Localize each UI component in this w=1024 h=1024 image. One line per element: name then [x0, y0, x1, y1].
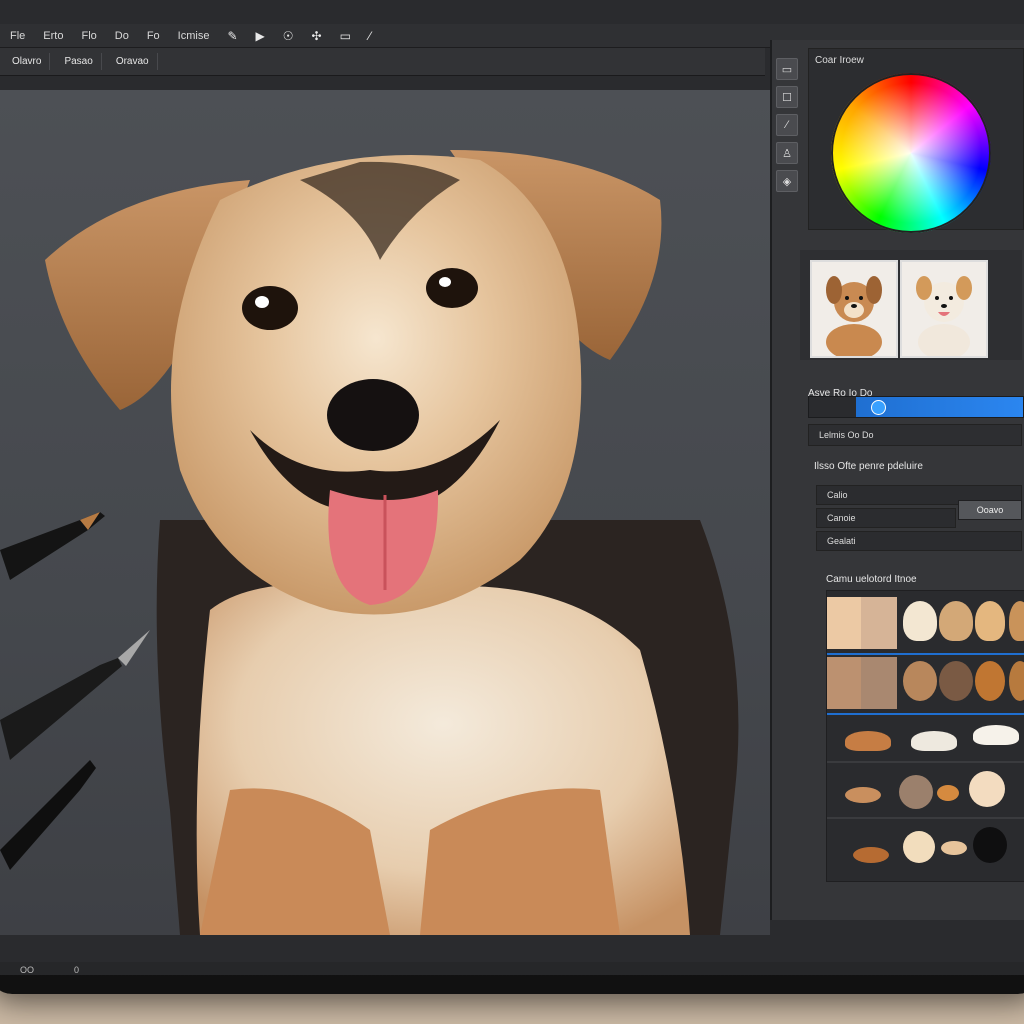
layer-row[interactable]: Lelmis Oo Do — [808, 424, 1022, 446]
stamp-tool-icon[interactable]: ♙ — [776, 142, 798, 164]
swatch[interactable] — [973, 827, 1007, 863]
pen-tool-icon[interactable]: ✎ — [227, 29, 237, 43]
swatch[interactable] — [903, 831, 935, 863]
stylus-pens — [0, 512, 150, 870]
color-picker-title: Coar Iroew — [815, 55, 864, 66]
panel-tool-column: ▭ ☐ ⁄ ♙ ◈ — [772, 50, 802, 248]
swatch[interactable] — [903, 601, 937, 641]
status-left: OO — [20, 965, 35, 975]
swatch[interactable] — [861, 657, 897, 709]
divider — [827, 713, 1024, 715]
arrow-tool-icon[interactable]: ▶ — [256, 29, 265, 43]
dog-nose — [327, 379, 419, 451]
swatch[interactable] — [973, 725, 1019, 745]
tools-panel: ▭ ☐ ⁄ ♙ ◈ Coar Iroew Asve Ro Io Do Lelmi… — [770, 40, 1024, 920]
toolbar-button-3[interactable]: Oravao — [108, 53, 158, 70]
swatch[interactable] — [1009, 601, 1024, 641]
divider — [827, 817, 1024, 819]
rect-tool-icon[interactable]: ▭ — [340, 29, 351, 43]
swatch[interactable] — [899, 775, 933, 809]
select-tool-icon[interactable]: ▭ — [776, 58, 798, 80]
swatch[interactable] — [939, 661, 973, 701]
swatch[interactable] — [827, 657, 861, 709]
color-picker[interactable]: Coar Iroew — [808, 48, 1024, 233]
stylus-pen-2 — [0, 760, 96, 870]
status-mid: 0 — [74, 965, 80, 975]
status-bar: OO 0 — [0, 962, 1024, 975]
lasso-tool-icon[interactable]: ☉ — [283, 29, 294, 43]
swatch[interactable] — [939, 601, 973, 641]
stylus-pen-1 — [0, 630, 150, 760]
divider — [827, 761, 1024, 763]
swatch[interactable] — [903, 661, 937, 701]
brush-icon[interactable]: ⁄ — [776, 114, 798, 136]
bucket-tool-icon[interactable]: ◈ — [776, 170, 798, 192]
property-row-3[interactable]: Gealati — [816, 531, 1022, 551]
menu-item-fo[interactable]: Fo — [147, 30, 160, 42]
move-tool-icon[interactable]: ✣ — [312, 29, 322, 43]
pencil-1 — [0, 512, 105, 580]
smudge-tool-icon[interactable]: ☐ — [776, 86, 798, 108]
swatch[interactable] — [969, 771, 1005, 807]
swatch[interactable] — [975, 601, 1005, 641]
swatch[interactable] — [975, 661, 1005, 701]
swatch[interactable] — [937, 785, 959, 801]
brush-tool-icon[interactable]: ⁄ — [369, 29, 371, 43]
swatches-title: Camu uelotord Itnoe — [826, 574, 917, 585]
swatch[interactable] — [941, 841, 967, 855]
reference-thumbnail-1[interactable] — [810, 260, 898, 358]
swatch[interactable] — [1009, 661, 1024, 701]
swatch[interactable] — [845, 731, 891, 751]
swatch-grid — [826, 590, 1024, 882]
layer-opacity-slider[interactable] — [808, 396, 1024, 418]
swatch[interactable] — [845, 787, 881, 803]
dog-eye-right — [426, 268, 478, 308]
properties-title: Ilsso Ofte penre pdeluire — [814, 461, 923, 472]
options-toolbar: Olavro Pasao Oravao — [0, 48, 765, 76]
menu-item-file[interactable]: Fle — [10, 30, 25, 42]
divider — [827, 653, 1024, 655]
dog-eye-left — [242, 286, 298, 330]
property-row-2[interactable]: Canoie — [816, 508, 956, 528]
toolbar-button-1[interactable]: Olavro — [4, 53, 51, 70]
menu-item-view[interactable]: Flo — [81, 30, 96, 42]
color-wheel[interactable] — [831, 73, 991, 233]
swatch[interactable] — [853, 847, 889, 863]
reference-thumbnails — [800, 250, 1022, 360]
slider-handle[interactable] — [871, 400, 886, 415]
swatch[interactable] — [911, 731, 957, 751]
swatch[interactable] — [827, 597, 861, 649]
menu-item-edit[interactable]: Erto — [43, 30, 63, 42]
property-button[interactable]: Ooavo — [958, 500, 1022, 520]
toolbar-button-2[interactable]: Pasao — [56, 53, 102, 70]
swatch[interactable] — [861, 597, 897, 649]
reference-thumbnail-2[interactable] — [900, 260, 988, 358]
menu-item-do[interactable]: Do — [115, 30, 129, 42]
menu-item-image[interactable]: Icmise — [178, 30, 210, 42]
